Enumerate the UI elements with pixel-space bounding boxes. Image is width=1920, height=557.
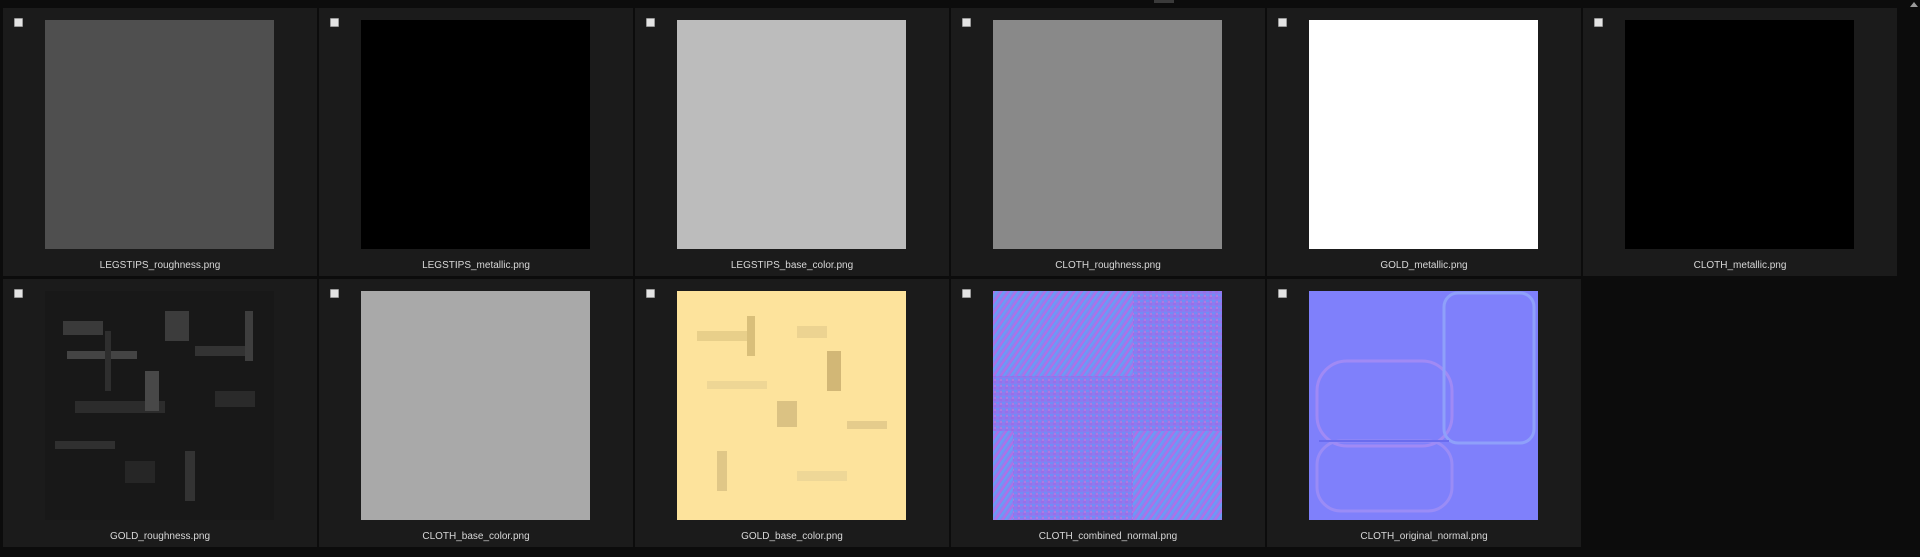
texture-thumbnail[interactable]: [993, 291, 1222, 520]
texture-tile[interactable]: GOLD_metallic.png: [1267, 8, 1581, 276]
texture-thumbnail[interactable]: [361, 20, 590, 249]
select-checkbox[interactable]: [646, 18, 655, 27]
texture-thumbnail[interactable]: [1309, 291, 1538, 520]
texture-thumbnail[interactable]: [1625, 20, 1854, 249]
texture-tile[interactable]: LEGSTIPS_base_color.png: [635, 8, 949, 276]
file-name: CLOTH_metallic.png: [1693, 260, 1787, 271]
texture-tile[interactable]: GOLD_roughness.png: [3, 279, 317, 547]
select-checkbox[interactable]: [646, 289, 655, 298]
select-checkbox[interactable]: [962, 289, 971, 298]
file-name: CLOTH_combined_normal.png: [1038, 531, 1178, 542]
select-checkbox[interactable]: [1278, 289, 1287, 298]
file-name: GOLD_base_color.png: [741, 531, 843, 542]
select-checkbox[interactable]: [1594, 18, 1603, 27]
texture-tile[interactable]: CLOTH_metallic.png: [1583, 8, 1897, 276]
texture-tile[interactable]: CLOTH_original_normal.png: [1267, 279, 1581, 547]
select-checkbox[interactable]: [330, 289, 339, 298]
texture-tile[interactable]: GOLD_base_color.png: [635, 279, 949, 547]
texture-thumbnail[interactable]: [1309, 20, 1538, 249]
texture-thumbnail[interactable]: [45, 20, 274, 249]
texture-tile[interactable]: CLOTH_combined_normal.png: [951, 279, 1265, 547]
texture-tile[interactable]: CLOTH_roughness.png: [951, 8, 1265, 276]
vertical-scrollbar[interactable]: [1907, 0, 1920, 557]
texture-tile[interactable]: LEGSTIPS_roughness.png: [3, 8, 317, 276]
scroll-up-arrow-icon[interactable]: [1910, 2, 1918, 7]
select-checkbox[interactable]: [962, 18, 971, 27]
texture-thumbnail[interactable]: [677, 20, 906, 249]
texture-thumbnail[interactable]: [993, 20, 1222, 249]
thumbnail-grid: LEGSTIPS_roughness.png LEGSTIPS_metallic…: [3, 8, 1897, 547]
splitter-handle[interactable]: [1154, 0, 1174, 3]
file-name: GOLD_roughness.png: [109, 531, 211, 542]
select-checkbox[interactable]: [14, 18, 23, 27]
file-name: LEGSTIPS_base_color.png: [730, 260, 854, 271]
texture-tile[interactable]: LEGSTIPS_metallic.png: [319, 8, 633, 276]
select-checkbox[interactable]: [1278, 18, 1287, 27]
texture-thumbnail[interactable]: [45, 291, 274, 520]
file-name: CLOTH_roughness.png: [1055, 260, 1161, 271]
file-name: LEGSTIPS_metallic.png: [422, 260, 530, 271]
texture-browser: LEGSTIPS_roughness.png LEGSTIPS_metallic…: [0, 0, 1920, 557]
select-checkbox[interactable]: [330, 18, 339, 27]
texture-tile[interactable]: CLOTH_base_color.png: [319, 279, 633, 547]
file-name: GOLD_metallic.png: [1380, 260, 1468, 271]
texture-thumbnail[interactable]: [361, 291, 590, 520]
select-checkbox[interactable]: [14, 289, 23, 298]
file-name: LEGSTIPS_roughness.png: [99, 260, 221, 271]
texture-thumbnail[interactable]: [677, 291, 906, 520]
file-name: CLOTH_base_color.png: [422, 531, 530, 542]
file-name: CLOTH_original_normal.png: [1360, 531, 1488, 542]
